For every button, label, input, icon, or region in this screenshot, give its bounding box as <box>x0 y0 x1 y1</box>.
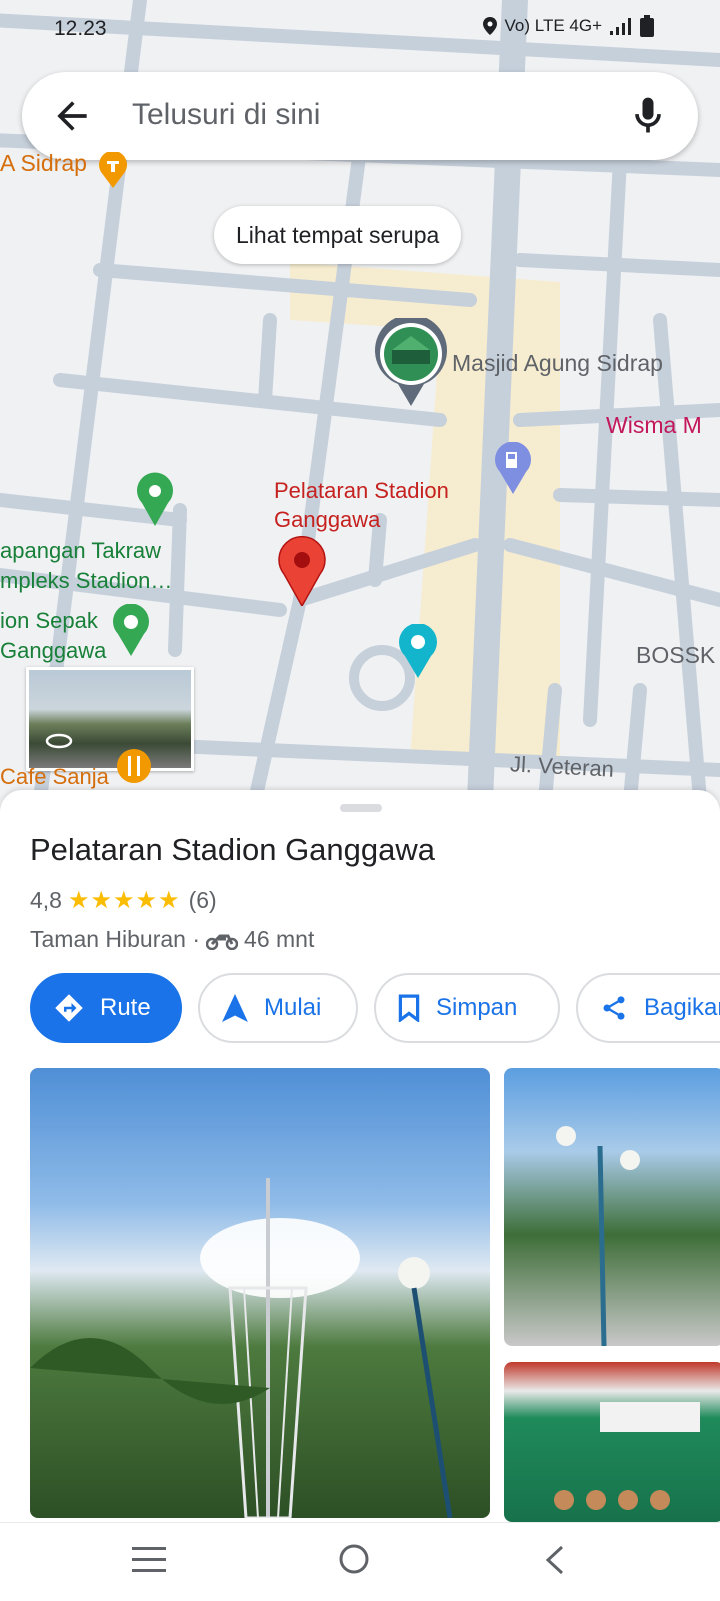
park-pin-icon[interactable] <box>112 604 150 656</box>
back-arrow-icon[interactable] <box>50 94 94 138</box>
map-label-sidrap[interactable]: A Sidrap <box>0 150 87 177</box>
network-text: Vo) LTE 4G+ <box>504 16 602 35</box>
place-title: Pelataran Stadion Ganggawa <box>30 832 436 867</box>
share-button[interactable]: Bagikan <box>576 973 720 1043</box>
map-label-selected-place[interactable]: Pelataran Stadion Ganggawa <box>274 476 484 534</box>
mosque-photo-marker[interactable] <box>374 318 448 406</box>
search-bar[interactable]: Telusuri di sini <box>22 72 698 160</box>
map-label-cafe[interactable]: Cafe Sanja <box>0 764 109 790</box>
signal-icon <box>610 18 631 35</box>
action-buttons-row: Rute Mulai Simpan Bagikan <box>30 973 720 1047</box>
place-photo-2[interactable] <box>504 1068 720 1346</box>
photo-gallery[interactable] <box>30 1068 720 1522</box>
place-pin-green-icon[interactable] <box>136 472 174 526</box>
map-label-sepak[interactable]: ion Sepak Ganggawa <box>0 606 115 666</box>
microphone-icon[interactable] <box>626 94 670 138</box>
status-bar: 12.23 Vo) LTE 4G+ <box>0 0 720 60</box>
start-button-label: Mulai <box>264 994 322 1021</box>
back-nav-icon[interactable] <box>544 1545 566 1575</box>
gas-station-pin-icon[interactable] <box>494 442 532 494</box>
start-button[interactable]: Mulai <box>198 973 358 1043</box>
street-view-360-icon <box>45 733 73 749</box>
system-navigation-bar <box>0 1522 720 1601</box>
status-icons: Vo) LTE 4G+ <box>482 15 654 37</box>
map-label-wisma[interactable]: Wisma M <box>606 412 702 439</box>
directions-icon <box>55 994 83 1022</box>
motorcycle-icon <box>206 934 239 950</box>
place-photo-3[interactable] <box>504 1362 720 1522</box>
rating-value: 4,8 <box>30 887 62 913</box>
place-photo-main[interactable] <box>30 1068 490 1518</box>
place-category: Taman Hiburan · <box>30 926 201 952</box>
route-button-label: Rute <box>100 994 151 1021</box>
photo-building-graphic <box>554 1402 700 1510</box>
location-icon <box>482 17 497 35</box>
map-label-masjid[interactable]: Masjid Agung Sidrap <box>452 350 663 377</box>
rating-stars: ★★★★★ <box>67 887 181 914</box>
battery-icon <box>640 15 654 37</box>
recent-apps-icon[interactable] <box>132 1545 166 1575</box>
attraction-pin-icon[interactable] <box>398 624 438 678</box>
sheet-drag-handle[interactable] <box>340 804 382 812</box>
status-time: 12.23 <box>54 17 107 40</box>
food-pin-icon[interactable] <box>96 152 130 188</box>
place-rating[interactable]: 4,8 ★★★★★ (6) <box>30 886 217 915</box>
map-label-takraw[interactable]: apangan Takraw mpleks Stadion… <box>0 536 190 596</box>
share-icon <box>603 996 625 1020</box>
review-count: (6) <box>188 887 217 913</box>
street-view-thumbnail[interactable] <box>26 667 194 771</box>
photo-tower-graphic <box>30 1178 453 1518</box>
map-label-bossk[interactable]: BOSSK <box>636 642 715 669</box>
share-button-label: Bagikan <box>644 994 720 1021</box>
place-details-sheet[interactable]: Pelataran Stadion Ganggawa 4,8 ★★★★★ (6)… <box>0 790 720 1522</box>
photo-lamppost-graphic <box>556 1126 640 1346</box>
map-view[interactable]: 12.23 Vo) LTE 4G+ Telusuri di sini A Sid… <box>0 0 720 800</box>
route-button[interactable]: Rute <box>30 973 182 1043</box>
map-label-street[interactable]: Jl. Veteran <box>509 751 614 782</box>
restaurant-pin-icon[interactable] <box>116 746 152 786</box>
place-category-row: Taman Hiburan · 46 mnt <box>30 926 314 953</box>
save-button-label: Simpan <box>436 994 518 1021</box>
travel-time: 46 mnt <box>244 926 315 952</box>
home-icon[interactable] <box>338 1543 370 1575</box>
selected-place-pin-icon[interactable] <box>278 536 326 606</box>
save-button[interactable]: Simpan <box>374 973 560 1043</box>
bookmark-icon <box>398 994 420 1022</box>
navigation-arrow-icon <box>222 994 248 1022</box>
similar-places-button[interactable]: Lihat tempat serupa <box>214 206 462 264</box>
search-input[interactable]: Telusuri di sini <box>132 98 320 132</box>
